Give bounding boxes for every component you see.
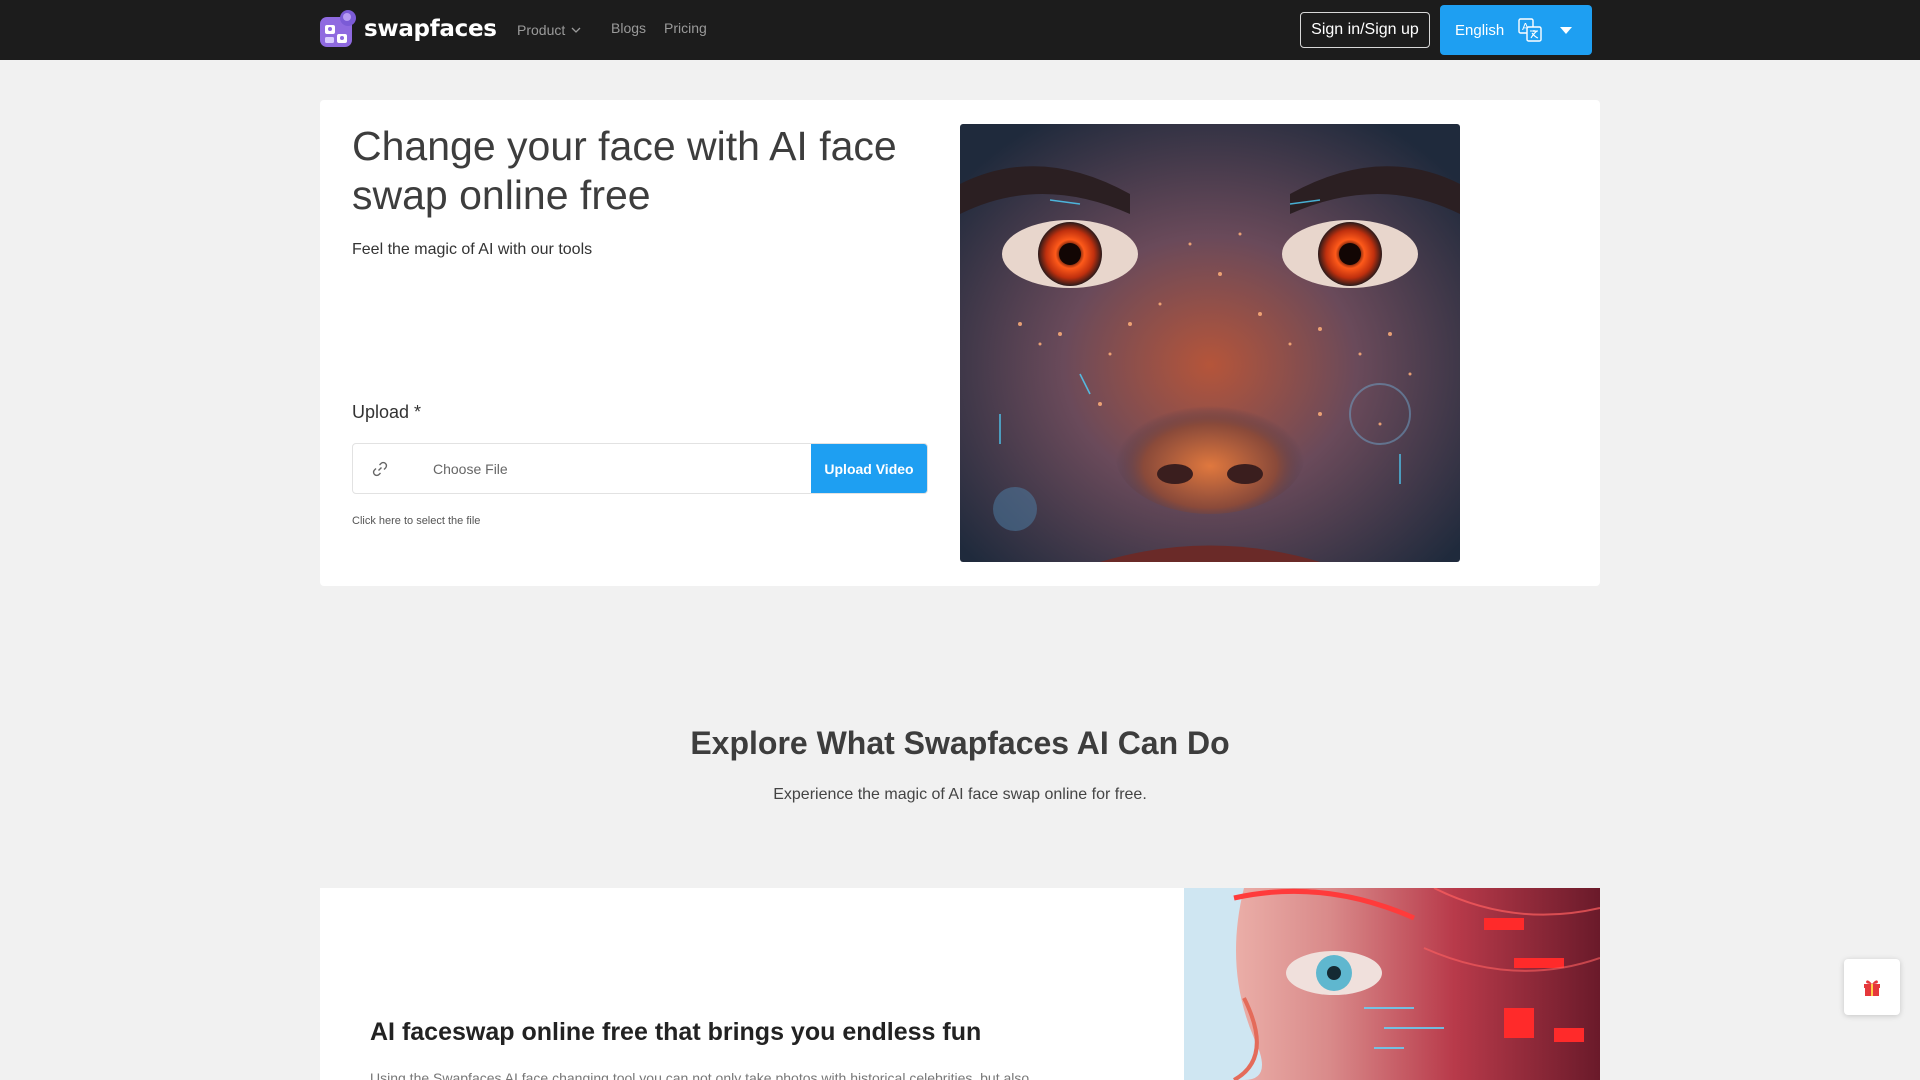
nav-product-dropdown[interactable]: Product — [517, 22, 581, 38]
nav-pricing-link[interactable]: Pricing — [664, 20, 707, 36]
hero-face-image — [960, 124, 1460, 562]
swapfaces-logo-icon — [318, 9, 358, 49]
hero-title: Change your face with AI face swap onlin… — [352, 123, 897, 218]
language-label: English — [1455, 21, 1505, 39]
hero-card: Change your face with AI face swap onlin… — [320, 100, 1600, 586]
signin-signup-button[interactable]: Sign in/Sign up — [1300, 12, 1430, 48]
hero-subtitle: Feel the magic of AI with our tools — [352, 241, 593, 258]
upload-field[interactable]: Choose File Upload Video — [352, 443, 928, 494]
nav-blogs-link[interactable]: Blogs — [611, 20, 646, 36]
top-navigation-bar: swapfaces Product Blogs Pricing Sign in/… — [0, 0, 1920, 60]
upload-video-button[interactable]: Upload Video — [811, 444, 927, 493]
link-icon — [353, 444, 407, 493]
explore-title: Explore What Swapfaces AI Can Do — [690, 725, 1230, 761]
upload-label: Upload * — [352, 402, 422, 422]
chevron-down-icon — [571, 27, 581, 33]
nav-product-label: Product — [517, 22, 566, 38]
feature-card: AI faceswap online free that brings you … — [320, 888, 1184, 1080]
gift-icon — [1864, 980, 1880, 996]
choose-file-input[interactable]: Choose File — [407, 444, 811, 493]
translate-icon: A — [1518, 18, 1542, 42]
explore-subtitle: Experience the magic of AI face swap onl… — [773, 786, 1147, 803]
caret-down-icon — [1560, 26, 1573, 34]
brand-logo[interactable]: swapfaces — [318, 8, 497, 50]
brand-name: swapfaces — [364, 16, 497, 42]
feature-text: Using the Swapfaces AI face changing too… — [370, 1070, 1030, 1080]
upload-hint: Click here to select the file — [352, 515, 481, 527]
language-selector[interactable]: English A — [1440, 5, 1592, 55]
feature-face-image — [1184, 888, 1600, 1080]
gift-floating-button[interactable] — [1844, 959, 1900, 1015]
feature-title: AI faceswap online free that brings you … — [370, 1018, 982, 1046]
